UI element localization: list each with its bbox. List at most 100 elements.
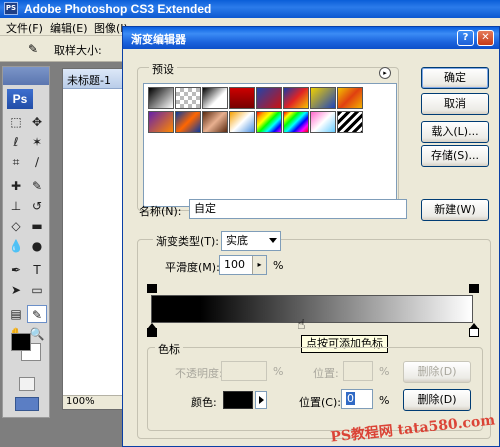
- eraser-icon[interactable]: ◇: [6, 217, 26, 235]
- eyedropper-icon[interactable]: ✎: [28, 42, 38, 56]
- preset-swatch[interactable]: [310, 87, 336, 109]
- color-stop-left[interactable]: [147, 323, 157, 337]
- opacity-location-label: 位置:: [313, 367, 339, 380]
- menu-edit[interactable]: 编辑(E): [50, 20, 88, 36]
- preset-swatch[interactable]: [337, 87, 363, 109]
- preset-swatch[interactable]: [202, 111, 228, 133]
- dialog-title: 渐变编辑器: [131, 33, 186, 46]
- blur-icon[interactable]: 💧: [6, 237, 26, 255]
- presets-menu-icon[interactable]: ▸: [379, 67, 391, 79]
- preset-swatch[interactable]: [175, 87, 201, 109]
- pen-icon[interactable]: ✒: [6, 261, 26, 279]
- preset-swatch[interactable]: [229, 87, 255, 109]
- gradient-type-select[interactable]: 实底: [221, 231, 281, 251]
- sample-size-label: 取样大小:: [54, 44, 102, 57]
- zoom-level[interactable]: 100%: [66, 396, 95, 407]
- preset-swatch[interactable]: [202, 87, 228, 109]
- gradient-type-value: 实底: [226, 234, 248, 247]
- notes-icon[interactable]: ▤: [6, 305, 26, 323]
- document-status-bar: 100%: [63, 395, 131, 409]
- quick-mask-icon[interactable]: [19, 377, 35, 391]
- opacity-field: [221, 361, 267, 381]
- smoothness-stepper-icon[interactable]: ▸: [252, 256, 266, 274]
- smoothness-field[interactable]: 100 ▸: [219, 255, 267, 275]
- magic-wand-icon[interactable]: ✶: [27, 133, 47, 151]
- photoshop-logo-icon: PS: [4, 2, 18, 15]
- hand-cursor-icon: ☝: [297, 317, 306, 333]
- history-brush-icon[interactable]: ↺: [27, 197, 47, 215]
- name-label: 名称(N):: [139, 205, 182, 218]
- preset-swatch[interactable]: [148, 111, 174, 133]
- menu-file[interactable]: 文件(F): [6, 20, 43, 36]
- name-field[interactable]: 自定: [189, 199, 407, 219]
- app-title: Adobe Photoshop CS3 Extended: [24, 2, 212, 16]
- healing-icon[interactable]: ✚: [6, 177, 26, 195]
- document-title: 未标题-1: [67, 74, 111, 87]
- gradient-type-label: 渐变类型(T):: [153, 233, 223, 249]
- smoothness-unit: %: [273, 259, 284, 272]
- stops-group-title: 色标: [155, 341, 183, 357]
- presets-label: 预设: [149, 61, 177, 77]
- type-icon[interactable]: T: [27, 261, 47, 279]
- name-value: 自定: [194, 202, 216, 215]
- preset-swatch[interactable]: [175, 111, 201, 133]
- tools-panel-header[interactable]: [3, 67, 49, 85]
- document-tab[interactable]: 未标题-1: [63, 69, 131, 89]
- slice-icon[interactable]: ∕: [27, 153, 47, 171]
- preset-swatch[interactable]: [148, 87, 174, 109]
- save-button[interactable]: 存储(S)...: [421, 145, 489, 167]
- path-select-icon[interactable]: ➤: [6, 281, 26, 299]
- stamp-icon[interactable]: ⊥: [6, 197, 26, 215]
- new-button[interactable]: 新建(W): [421, 199, 489, 221]
- app-titlebar: PS Adobe Photoshop CS3 Extended: [0, 0, 500, 18]
- opacity-location-unit: %: [379, 365, 390, 378]
- close-button[interactable]: ✕: [477, 30, 494, 46]
- marquee-icon[interactable]: ⬚: [6, 113, 26, 131]
- preset-swatch[interactable]: [256, 87, 282, 109]
- dodge-icon[interactable]: ●: [27, 237, 47, 255]
- preset-swatch[interactable]: [310, 111, 336, 133]
- screen-mode-icon[interactable]: [15, 397, 39, 411]
- crop-icon[interactable]: ⌗: [6, 153, 26, 171]
- gradient-icon[interactable]: ▬: [27, 217, 47, 235]
- color-label: 颜色:: [191, 396, 217, 409]
- opacity-location-field: [343, 361, 373, 381]
- preset-swatch[interactable]: [337, 111, 363, 133]
- tools-panel: Ps ⬚ ✥ ℓ ✶ ⌗ ∕ ✚ ✎ ⊥ ↺ ◇ ▬ 💧 ● ✒ T ➤ ▭ ▤…: [2, 66, 50, 418]
- ok-button[interactable]: 确定: [421, 67, 489, 89]
- smoothness-label: 平滑度(M):: [165, 261, 220, 274]
- gradient-editor-dialog: 渐变编辑器 ? ✕ 预设 ▸ 确定 取消 载入(L)... 存储(S)... 名…: [122, 26, 500, 447]
- move-icon[interactable]: ✥: [27, 113, 47, 131]
- help-button[interactable]: ?: [457, 30, 474, 46]
- shape-icon[interactable]: ▭: [27, 281, 47, 299]
- brush-icon[interactable]: ✎: [27, 177, 47, 195]
- cancel-button[interactable]: 取消: [421, 93, 489, 115]
- color-menu-arrow-icon[interactable]: [255, 391, 267, 409]
- color-stop-right[interactable]: [469, 323, 479, 337]
- ps-logo: Ps: [7, 89, 33, 109]
- location-label: 位置(C):: [299, 396, 341, 409]
- location-unit: %: [379, 394, 390, 407]
- load-button[interactable]: 载入(L)...: [421, 121, 489, 143]
- stop-color-swatch[interactable]: [223, 391, 253, 409]
- opacity-label: 不透明度:: [175, 367, 223, 380]
- preset-swatch[interactable]: [283, 111, 309, 133]
- location-value: 0: [346, 392, 355, 405]
- delete-opacity-stop-button: 删除(D): [403, 361, 471, 383]
- preset-swatch[interactable]: [256, 111, 282, 133]
- eyedropper-tool-icon[interactable]: ✎: [27, 305, 47, 323]
- presets-grid: [143, 83, 397, 207]
- chevron-down-icon: [269, 238, 277, 243]
- foreground-color-swatch[interactable]: [11, 333, 31, 351]
- gradient-preview-bar[interactable]: [151, 295, 473, 323]
- lasso-icon[interactable]: ℓ: [6, 133, 26, 151]
- opacity-stop-right[interactable]: [469, 279, 479, 293]
- delete-color-stop-button[interactable]: 删除(D): [403, 389, 471, 411]
- opacity-unit: %: [273, 365, 284, 378]
- preset-swatch[interactable]: [283, 87, 309, 109]
- preset-swatch[interactable]: [229, 111, 255, 133]
- location-field[interactable]: 0: [341, 389, 373, 409]
- smoothness-value: 100: [224, 258, 245, 271]
- opacity-stop-left[interactable]: [147, 279, 157, 293]
- dialog-titlebar[interactable]: 渐变编辑器 ? ✕: [123, 27, 499, 49]
